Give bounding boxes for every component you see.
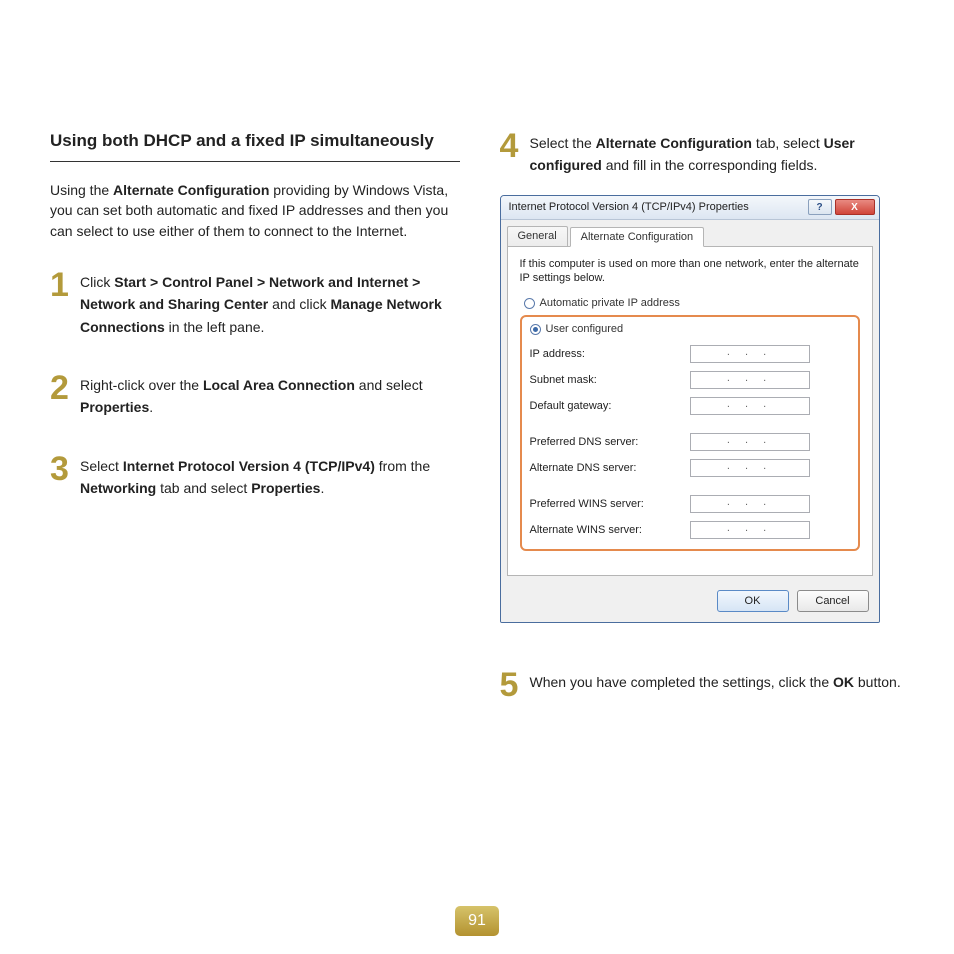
intro-text: Using the (50, 182, 113, 198)
dialog-title: Internet Protocol Version 4 (TCP/IPv4) P… (509, 201, 808, 213)
preferred-dns-input[interactable]: . . . (690, 433, 810, 451)
step-4: 4 Select the Alternate Configuration tab… (500, 130, 910, 177)
step-2: 2 Right-click over the Local Area Connec… (50, 372, 460, 419)
ip-address-input[interactable]: . . . (690, 345, 810, 363)
intro-paragraph: Using the Alternate Configuration provid… (50, 180, 460, 241)
step-3: 3 Select Internet Protocol Version 4 (TC… (50, 453, 460, 500)
radio-user-configured[interactable]: User configured (530, 321, 850, 337)
help-button[interactable]: ? (808, 199, 832, 215)
cancel-button[interactable]: Cancel (797, 590, 869, 612)
default-gateway-input[interactable]: . . . (690, 397, 810, 415)
dialog-button-bar: OK Cancel (501, 582, 879, 622)
tab-general[interactable]: General (507, 226, 568, 246)
field-alternate-wins: Alternate WINS server: . . . (530, 521, 850, 539)
section-heading: Using both DHCP and a fixed IP simultane… (50, 130, 460, 153)
dialog-titlebar: Internet Protocol Version 4 (TCP/IPv4) P… (501, 196, 879, 220)
step-text: When you have completed the settings, cl… (530, 669, 901, 693)
step-1: 1 Click Start > Control Panel > Network … (50, 269, 460, 338)
step-text: Select Internet Protocol Version 4 (TCP/… (80, 453, 460, 500)
field-alternate-dns: Alternate DNS server: . . . (530, 459, 850, 477)
field-label: Alternate DNS server: (530, 462, 690, 474)
dialog-description: If this computer is used on more than on… (520, 257, 860, 286)
field-label: Default gateway: (530, 400, 690, 412)
tab-strip: General Alternate Configuration (501, 220, 879, 246)
section-rule (50, 161, 460, 162)
subnet-mask-input[interactable]: . . . (690, 371, 810, 389)
field-default-gateway: Default gateway: . . . (530, 397, 850, 415)
field-label: Preferred WINS server: (530, 498, 690, 510)
alternate-wins-input[interactable]: . . . (690, 521, 810, 539)
field-label: Alternate WINS server: (530, 524, 690, 536)
step-number: 3 (50, 453, 72, 485)
field-label: IP address: (530, 348, 690, 360)
field-label: Preferred DNS server: (530, 436, 690, 448)
tab-panel: If this computer is used on more than on… (507, 246, 873, 576)
radio-label: User configured (546, 323, 624, 335)
step-number: 4 (500, 130, 522, 162)
tab-alternate-configuration[interactable]: Alternate Configuration (570, 227, 705, 247)
step-text: Click Start > Control Panel > Network an… (80, 269, 460, 338)
radio-label: Automatic private IP address (540, 297, 680, 309)
properties-dialog: Internet Protocol Version 4 (TCP/IPv4) P… (500, 195, 880, 623)
field-preferred-wins: Preferred WINS server: . . . (530, 495, 850, 513)
field-preferred-dns: Preferred DNS server: . . . (530, 433, 850, 451)
field-label: Subnet mask: (530, 374, 690, 386)
step-number: 2 (50, 372, 72, 404)
step-5: 5 When you have completed the settings, … (500, 669, 910, 701)
intro-bold: Alternate Configuration (113, 182, 269, 198)
page-number-badge: 91 (455, 906, 499, 936)
radio-icon (530, 324, 541, 335)
step-number: 1 (50, 269, 72, 301)
highlight-box: User configured IP address: . . . Subnet… (520, 315, 860, 551)
field-ip-address: IP address: . . . (530, 345, 850, 363)
preferred-wins-input[interactable]: . . . (690, 495, 810, 513)
field-subnet-mask: Subnet mask: . . . (530, 371, 850, 389)
radio-automatic-private-ip[interactable]: Automatic private IP address (520, 295, 860, 311)
close-button[interactable]: X (835, 199, 875, 215)
step-text: Select the Alternate Configuration tab, … (530, 130, 910, 177)
step-number: 5 (500, 669, 522, 701)
alternate-dns-input[interactable]: . . . (690, 459, 810, 477)
ok-button[interactable]: OK (717, 590, 789, 612)
radio-icon (524, 298, 535, 309)
step-text: Right-click over the Local Area Connecti… (80, 372, 460, 419)
